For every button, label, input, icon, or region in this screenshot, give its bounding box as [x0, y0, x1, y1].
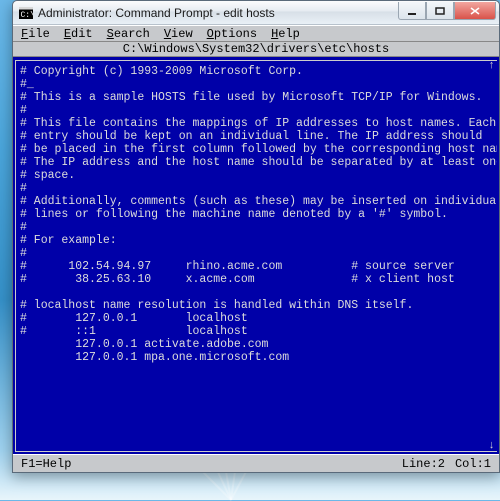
- help-hint: F1=Help: [21, 457, 71, 471]
- status-line: Line:2: [402, 457, 445, 471]
- scroll-down-icon[interactable]: ↓: [486, 440, 497, 452]
- menu-view[interactable]: View: [164, 27, 193, 41]
- file-content[interactable]: # Copyright (c) 1993-2009 Microsoft Corp…: [15, 60, 497, 452]
- menu-search[interactable]: Search: [107, 27, 150, 41]
- window-title: Administrator: Command Prompt - edit hos…: [38, 6, 393, 20]
- maximize-button[interactable]: [426, 2, 454, 20]
- menubar: File Edit Search View Options Help: [13, 25, 499, 42]
- editor-area[interactable]: ↑ # Copyright (c) 1993-2009 Microsoft Co…: [13, 57, 499, 454]
- cmd-icon: C:\: [19, 6, 33, 20]
- titlebar[interactable]: C:\ Administrator: Command Prompt - edit…: [13, 1, 499, 25]
- menu-help[interactable]: Help: [271, 27, 300, 41]
- app-window: C:\ Administrator: Command Prompt - edit…: [12, 0, 500, 473]
- svg-text:C:\: C:\: [21, 11, 34, 19]
- menu-file[interactable]: File: [21, 27, 50, 41]
- menu-options[interactable]: Options: [207, 27, 257, 41]
- close-button[interactable]: [454, 2, 496, 20]
- status-col: Col:1: [455, 457, 491, 471]
- menu-edit[interactable]: Edit: [64, 27, 93, 41]
- window-buttons: [398, 2, 496, 20]
- status-bar: F1=Help Line:2 Col:1: [13, 454, 499, 472]
- minimize-button[interactable]: [398, 2, 426, 20]
- path-bar: C:\Windows\System32\drivers\etc\hosts: [13, 42, 499, 57]
